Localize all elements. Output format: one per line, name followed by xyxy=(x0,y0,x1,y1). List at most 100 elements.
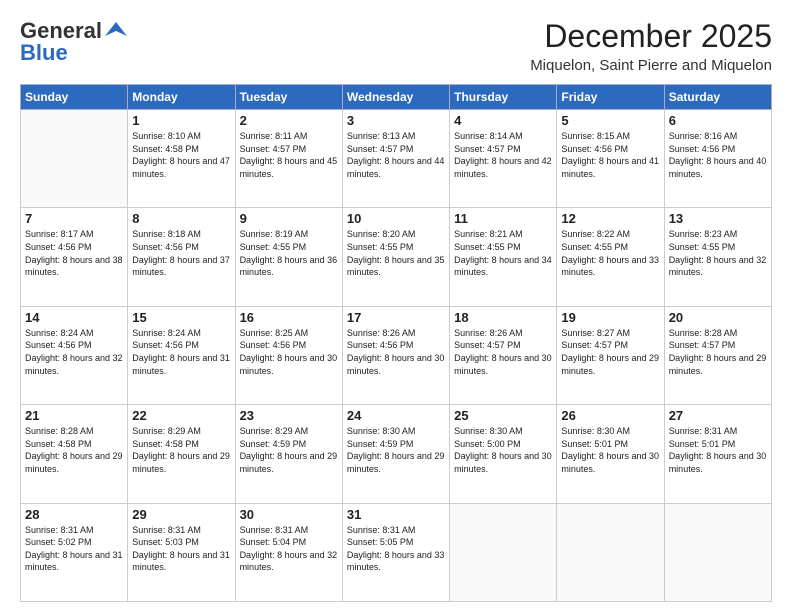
day-number: 30 xyxy=(240,507,338,522)
day-info: Sunrise: 8:20 AM Sunset: 4:55 PM Dayligh… xyxy=(347,228,445,278)
table-row: 31 Sunrise: 8:31 AM Sunset: 5:05 PM Dayl… xyxy=(342,503,449,601)
table-row: 5 Sunrise: 8:15 AM Sunset: 4:56 PM Dayli… xyxy=(557,110,664,208)
sunrise-text: Sunrise: 8:18 AM xyxy=(132,229,201,239)
weekday-header-row: Sunday Monday Tuesday Wednesday Thursday… xyxy=(21,85,772,110)
daylight-text: Daylight: 8 hours and 42 minutes. xyxy=(454,156,552,179)
daylight-text: Daylight: 8 hours and 32 minutes. xyxy=(240,550,338,573)
table-row: 4 Sunrise: 8:14 AM Sunset: 4:57 PM Dayli… xyxy=(450,110,557,208)
sunset-text: Sunset: 4:56 PM xyxy=(561,144,628,154)
sunrise-text: Sunrise: 8:15 AM xyxy=(561,131,630,141)
daylight-text: Daylight: 8 hours and 30 minutes. xyxy=(454,353,552,376)
sunrise-text: Sunrise: 8:30 AM xyxy=(347,426,416,436)
table-row: 14 Sunrise: 8:24 AM Sunset: 4:56 PM Dayl… xyxy=(21,306,128,404)
day-info: Sunrise: 8:13 AM Sunset: 4:57 PM Dayligh… xyxy=(347,130,445,180)
daylight-text: Daylight: 8 hours and 29 minutes. xyxy=(240,451,338,474)
sunset-text: Sunset: 4:59 PM xyxy=(240,439,307,449)
sunrise-text: Sunrise: 8:16 AM xyxy=(669,131,738,141)
sunrise-text: Sunrise: 8:21 AM xyxy=(454,229,523,239)
day-number: 3 xyxy=(347,113,445,128)
day-number: 28 xyxy=(25,507,123,522)
sunset-text: Sunset: 4:56 PM xyxy=(240,340,307,350)
daylight-text: Daylight: 8 hours and 33 minutes. xyxy=(347,550,445,573)
sunrise-text: Sunrise: 8:31 AM xyxy=(25,525,94,535)
day-info: Sunrise: 8:29 AM Sunset: 4:58 PM Dayligh… xyxy=(132,425,230,475)
daylight-text: Daylight: 8 hours and 47 minutes. xyxy=(132,156,230,179)
table-row: 8 Sunrise: 8:18 AM Sunset: 4:56 PM Dayli… xyxy=(128,208,235,306)
day-info: Sunrise: 8:27 AM Sunset: 4:57 PM Dayligh… xyxy=(561,327,659,377)
table-row: 28 Sunrise: 8:31 AM Sunset: 5:02 PM Dayl… xyxy=(21,503,128,601)
calendar-week-row: 21 Sunrise: 8:28 AM Sunset: 4:58 PM Dayl… xyxy=(21,405,772,503)
day-number: 15 xyxy=(132,310,230,325)
day-info: Sunrise: 8:26 AM Sunset: 4:57 PM Dayligh… xyxy=(454,327,552,377)
day-number: 31 xyxy=(347,507,445,522)
calendar-week-row: 28 Sunrise: 8:31 AM Sunset: 5:02 PM Dayl… xyxy=(21,503,772,601)
sunset-text: Sunset: 4:55 PM xyxy=(561,242,628,252)
sunrise-text: Sunrise: 8:20 AM xyxy=(347,229,416,239)
sunset-text: Sunset: 4:58 PM xyxy=(25,439,92,449)
sunset-text: Sunset: 4:58 PM xyxy=(132,144,199,154)
header-thursday: Thursday xyxy=(450,85,557,110)
day-info: Sunrise: 8:30 AM Sunset: 5:00 PM Dayligh… xyxy=(454,425,552,475)
day-info: Sunrise: 8:21 AM Sunset: 4:55 PM Dayligh… xyxy=(454,228,552,278)
daylight-text: Daylight: 8 hours and 36 minutes. xyxy=(240,255,338,278)
daylight-text: Daylight: 8 hours and 33 minutes. xyxy=(561,255,659,278)
location-title: Miquelon, Saint Pierre and Miquelon xyxy=(530,57,772,74)
day-number: 22 xyxy=(132,408,230,423)
sunset-text: Sunset: 4:56 PM xyxy=(347,340,414,350)
day-info: Sunrise: 8:28 AM Sunset: 4:57 PM Dayligh… xyxy=(669,327,767,377)
table-row xyxy=(664,503,771,601)
daylight-text: Daylight: 8 hours and 32 minutes. xyxy=(25,353,123,376)
day-info: Sunrise: 8:17 AM Sunset: 4:56 PM Dayligh… xyxy=(25,228,123,278)
table-row: 6 Sunrise: 8:16 AM Sunset: 4:56 PM Dayli… xyxy=(664,110,771,208)
table-row: 24 Sunrise: 8:30 AM Sunset: 4:59 PM Dayl… xyxy=(342,405,449,503)
sunrise-text: Sunrise: 8:29 AM xyxy=(240,426,309,436)
daylight-text: Daylight: 8 hours and 29 minutes. xyxy=(561,353,659,376)
sunset-text: Sunset: 4:57 PM xyxy=(454,340,521,350)
daylight-text: Daylight: 8 hours and 31 minutes. xyxy=(132,550,230,573)
table-row: 11 Sunrise: 8:21 AM Sunset: 4:55 PM Dayl… xyxy=(450,208,557,306)
day-info: Sunrise: 8:29 AM Sunset: 4:59 PM Dayligh… xyxy=(240,425,338,475)
day-number: 19 xyxy=(561,310,659,325)
day-number: 13 xyxy=(669,211,767,226)
day-number: 11 xyxy=(454,211,552,226)
daylight-text: Daylight: 8 hours and 29 minutes. xyxy=(25,451,123,474)
day-number: 16 xyxy=(240,310,338,325)
table-row: 23 Sunrise: 8:29 AM Sunset: 4:59 PM Dayl… xyxy=(235,405,342,503)
day-info: Sunrise: 8:22 AM Sunset: 4:55 PM Dayligh… xyxy=(561,228,659,278)
header-sunday: Sunday xyxy=(21,85,128,110)
title-block: December 2025 Miquelon, Saint Pierre and… xyxy=(530,18,772,74)
sunset-text: Sunset: 4:58 PM xyxy=(132,439,199,449)
sunset-text: Sunset: 5:05 PM xyxy=(347,537,414,547)
day-number: 6 xyxy=(669,113,767,128)
table-row xyxy=(557,503,664,601)
day-number: 10 xyxy=(347,211,445,226)
sunrise-text: Sunrise: 8:31 AM xyxy=(132,525,201,535)
header-monday: Monday xyxy=(128,85,235,110)
day-info: Sunrise: 8:19 AM Sunset: 4:55 PM Dayligh… xyxy=(240,228,338,278)
sunset-text: Sunset: 4:57 PM xyxy=(454,144,521,154)
table-row: 17 Sunrise: 8:26 AM Sunset: 4:56 PM Dayl… xyxy=(342,306,449,404)
table-row: 20 Sunrise: 8:28 AM Sunset: 4:57 PM Dayl… xyxy=(664,306,771,404)
daylight-text: Daylight: 8 hours and 45 minutes. xyxy=(240,156,338,179)
table-row: 2 Sunrise: 8:11 AM Sunset: 4:57 PM Dayli… xyxy=(235,110,342,208)
sunset-text: Sunset: 4:56 PM xyxy=(25,340,92,350)
table-row: 27 Sunrise: 8:31 AM Sunset: 5:01 PM Dayl… xyxy=(664,405,771,503)
header-tuesday: Tuesday xyxy=(235,85,342,110)
sunrise-text: Sunrise: 8:24 AM xyxy=(132,328,201,338)
day-number: 21 xyxy=(25,408,123,423)
day-number: 26 xyxy=(561,408,659,423)
day-number: 24 xyxy=(347,408,445,423)
page: General Blue December 2025 Miquelon, Sai… xyxy=(0,0,792,612)
sunrise-text: Sunrise: 8:26 AM xyxy=(454,328,523,338)
sunrise-text: Sunrise: 8:26 AM xyxy=(347,328,416,338)
sunset-text: Sunset: 4:55 PM xyxy=(240,242,307,252)
sunset-text: Sunset: 4:55 PM xyxy=(669,242,736,252)
table-row: 22 Sunrise: 8:29 AM Sunset: 4:58 PM Dayl… xyxy=(128,405,235,503)
daylight-text: Daylight: 8 hours and 30 minutes. xyxy=(561,451,659,474)
sunrise-text: Sunrise: 8:14 AM xyxy=(454,131,523,141)
daylight-text: Daylight: 8 hours and 29 minutes. xyxy=(132,451,230,474)
daylight-text: Daylight: 8 hours and 41 minutes. xyxy=(561,156,659,179)
day-info: Sunrise: 8:24 AM Sunset: 4:56 PM Dayligh… xyxy=(132,327,230,377)
sunset-text: Sunset: 4:56 PM xyxy=(669,144,736,154)
table-row xyxy=(450,503,557,601)
